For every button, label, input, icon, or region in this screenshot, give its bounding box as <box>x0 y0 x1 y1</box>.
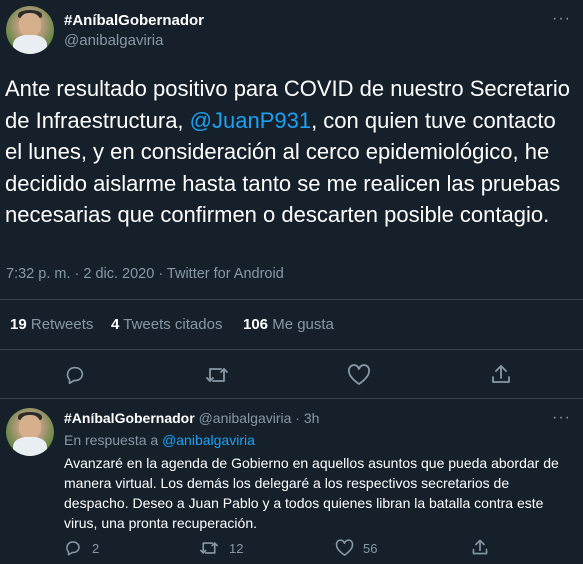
reply-heart-icon[interactable] <box>335 539 354 557</box>
reply-retweet-count: 12 <box>229 541 244 556</box>
share-icon[interactable] <box>490 363 512 385</box>
author-display-name[interactable]: #AníbalGobernador <box>64 12 204 29</box>
reply-count: 2 <box>92 541 100 556</box>
retweets-count: 19 <box>10 316 27 333</box>
likes-label: Me gusta <box>272 316 334 333</box>
reply-header: #AníbalGobernador @anibalgaviria · 3h <box>64 410 319 426</box>
likes-count: 106 <box>243 316 269 333</box>
divider <box>0 349 583 350</box>
quotes-count: 4 <box>111 316 120 333</box>
reply-author-display-name[interactable]: #AníbalGobernador <box>64 410 195 426</box>
author-handle[interactable]: @anibalgaviria <box>64 32 163 49</box>
reply-more-options-button[interactable]: ··· <box>552 409 571 427</box>
divider <box>0 398 583 399</box>
likes-stat[interactable]: 106 Me gusta <box>243 316 334 333</box>
reply-text: Avanzaré en la agenda de Gobierno en aqu… <box>64 455 559 531</box>
reply-handle-time[interactable]: @anibalgaviria · 3h <box>199 410 320 426</box>
quotes-label: Tweets citados <box>123 316 223 333</box>
reply-context-prefix: En respuesta a <box>64 432 163 448</box>
comment-icon[interactable] <box>64 364 86 386</box>
author-avatar[interactable] <box>6 6 54 54</box>
reply-comment-icon[interactable] <box>64 539 82 557</box>
reply-to-link[interactable]: @anibalgaviria <box>162 432 255 448</box>
divider <box>0 299 583 300</box>
tweet-timestamp[interactable]: 7:32 p. m. · 2 dic. 2020 · Twitter for A… <box>6 266 284 282</box>
reply-retweet-icon[interactable] <box>199 539 219 557</box>
reply-context: En respuesta a @anibalgaviria <box>64 432 255 448</box>
tweet-text: Ante resultado positivo para COVID de nu… <box>5 73 577 231</box>
more-options-button[interactable]: ··· <box>552 10 571 28</box>
reply-author-avatar[interactable] <box>6 408 54 456</box>
mention-link[interactable]: @JuanP931 <box>190 108 311 133</box>
retweet-icon[interactable] <box>205 364 229 386</box>
retweets-stat[interactable]: 19 Retweets <box>10 316 93 333</box>
heart-icon[interactable] <box>347 364 371 386</box>
retweets-label: Retweets <box>30 316 94 333</box>
reply-like-count: 56 <box>363 541 378 556</box>
quotes-stat[interactable]: 4 Tweets citados <box>111 316 222 333</box>
reply-share-icon[interactable] <box>471 538 489 556</box>
